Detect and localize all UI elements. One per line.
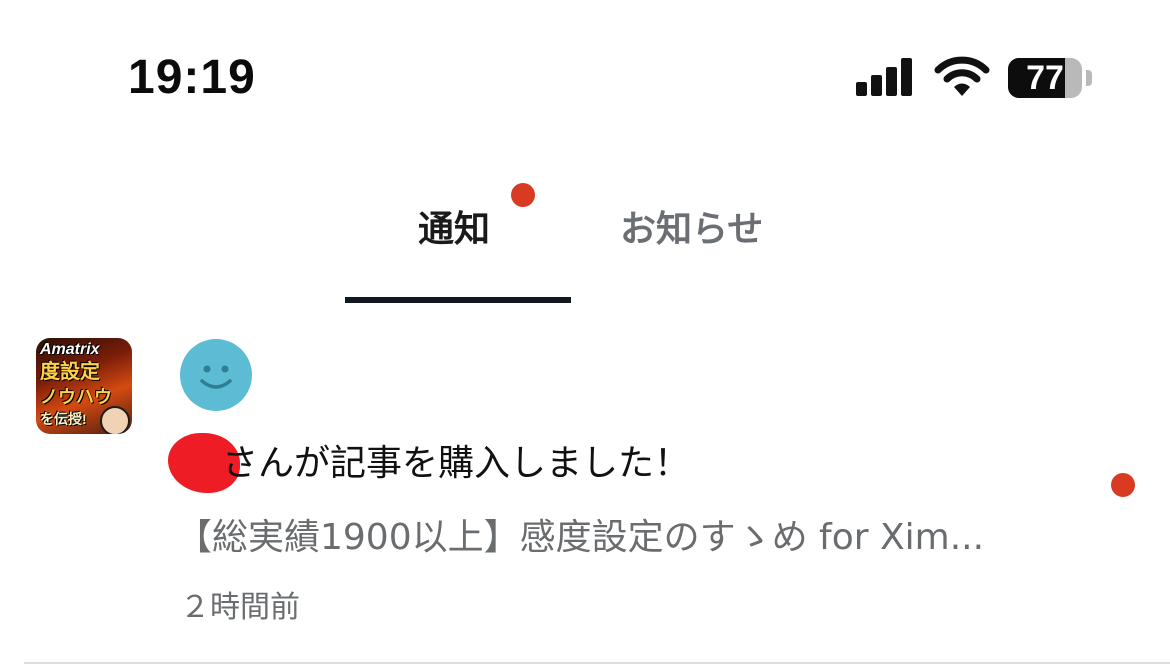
notification-timestamp: ２時間前 bbox=[180, 590, 300, 625]
battery-level: 77 bbox=[1026, 59, 1064, 97]
tab-notification-badge bbox=[511, 183, 535, 207]
list-divider bbox=[24, 662, 1170, 664]
active-tab-indicator bbox=[345, 297, 571, 303]
notification-message[interactable]: さんが記事を購入しました！ bbox=[222, 440, 690, 488]
battery-body: 77 bbox=[1008, 58, 1082, 98]
user-avatar[interactable] bbox=[180, 339, 252, 411]
battery-tip bbox=[1086, 70, 1092, 86]
tab-announcements[interactable]: お知らせ bbox=[620, 206, 763, 254]
unread-indicator bbox=[1111, 473, 1135, 497]
thumbnail-text-line3: ノウハウ bbox=[40, 387, 112, 407]
smiley-face-icon bbox=[200, 365, 232, 389]
wifi-icon bbox=[934, 56, 990, 98]
tab-notifications[interactable]: 通知 bbox=[418, 206, 490, 254]
thumbnail-text-line2: 度設定 bbox=[40, 361, 100, 383]
status-time: 19:19 bbox=[128, 51, 256, 104]
cellular-signal-icon bbox=[856, 58, 914, 96]
thumbnail-character bbox=[100, 406, 130, 434]
thumbnail-text-line1: Amatrix bbox=[40, 341, 100, 358]
article-title[interactable]: 【総実績1900以上】感度設定のすゝめ for Xim... bbox=[176, 514, 1036, 562]
article-thumbnail[interactable]: Amatrix 度設定 ノウハウ を伝授! bbox=[36, 338, 132, 434]
battery-icon: 77 bbox=[1008, 58, 1094, 98]
